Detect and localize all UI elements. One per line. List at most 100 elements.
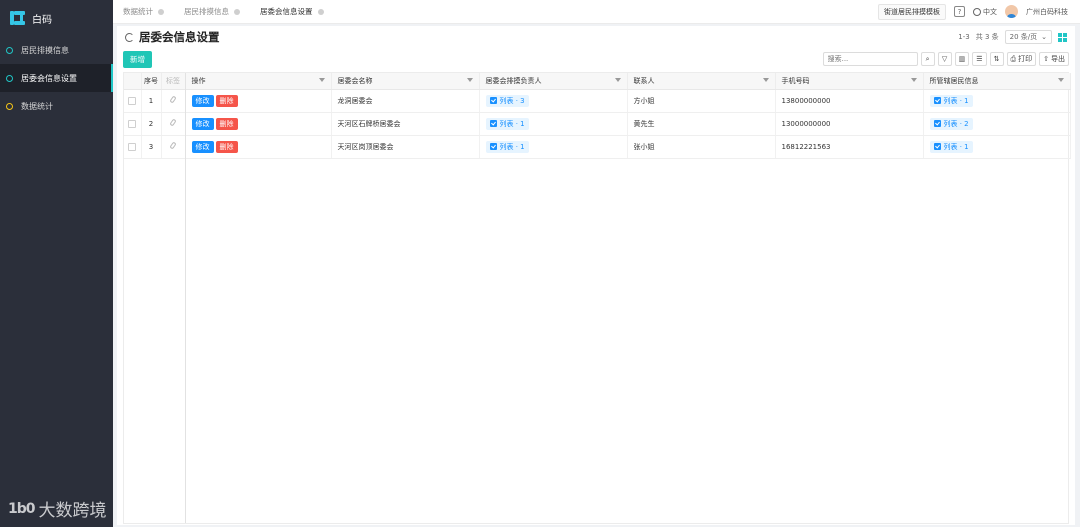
checkbox-icon <box>933 97 941 104</box>
tab-bar: 数据统计 居民排摸信息 居委会信息设置 街道居民排摸模板 ? 中文 广州白码科技 <box>113 0 1080 24</box>
checkbox-icon <box>489 120 497 127</box>
company-name[interactable]: 广州白码科技 <box>1026 7 1068 17</box>
header-actions[interactable]: 操作 <box>185 73 332 90</box>
printer-icon: ⎙ <box>1010 54 1017 63</box>
row-index: 3 <box>141 135 162 159</box>
header-actions: 街道居民排摸模板 ? 中文 广州白码科技 <box>878 3 1080 20</box>
sidebar-nav: 居民排摸信息 居委会信息设置 数据统计 <box>0 36 113 120</box>
table-row[interactable]: 3 修改 删除 天河区岗顶居委会 列表 · 1 张小姐 16812221563 列… <box>124 135 1071 159</box>
help-icon[interactable]: ? <box>954 6 965 17</box>
row-contact: 黄先生 <box>627 112 776 136</box>
sidebar-item-label: 居委会信息设置 <box>21 73 77 83</box>
globe-icon <box>973 7 981 16</box>
header-label: 居委会排摸负责人 <box>485 76 542 85</box>
page-title: 居委会信息设置 <box>139 30 220 44</box>
close-icon[interactable] <box>317 8 324 15</box>
search-field[interactable] <box>822 52 918 66</box>
add-button[interactable]: 新增 <box>123 50 152 68</box>
sidebar-item-label: 居民排摸信息 <box>21 45 69 55</box>
close-icon[interactable] <box>234 8 240 15</box>
export-label: 导出 <box>1051 55 1065 63</box>
header-staff[interactable]: 居委会排摸负责人 <box>479 73 628 90</box>
header-contact[interactable]: 联系人 <box>627 73 776 90</box>
export-button[interactable]: ⇧ 导出 <box>1039 52 1069 66</box>
upload-icon: ⇧ <box>1043 55 1049 63</box>
avatar[interactable] <box>1005 5 1018 18</box>
table-row[interactable]: 1 修改 删除 龙洞居委会 列表 · 3 方小姐 13800000000 列表 ·… <box>124 89 1071 113</box>
staff-list-tag[interactable]: 列表 · 1 <box>485 140 529 153</box>
filter-icon[interactable]: ▽ <box>937 52 952 66</box>
table-row[interactable]: 2 修改 删除 天河区石牌桥居委会 列表 · 1 黄先生 13000000000 … <box>124 112 1071 136</box>
row-name: 龙洞居委会 <box>331 89 480 113</box>
edit-button[interactable]: 修改 <box>191 94 214 107</box>
delete-button[interactable]: 删除 <box>215 117 238 130</box>
caret-down-icon[interactable] <box>762 78 769 82</box>
paperclip-icon[interactable] <box>169 118 177 127</box>
template-button[interactable]: 街道居民排摸模板 <box>878 3 946 20</box>
brand[interactable]: 白码 <box>0 0 113 36</box>
paperclip-icon[interactable] <box>169 95 177 104</box>
row-checkbox[interactable] <box>128 119 136 128</box>
row-staff-cell: 列表 · 1 <box>479 135 628 159</box>
tab-label: 数据统计 <box>123 7 153 16</box>
table-tools: ⌕ ▽ ▥ ☰ ⇅ ⎙ 打印 ⇧ 导出 <box>822 52 1075 66</box>
tab-label: 居委会信息设置 <box>260 7 313 16</box>
title-row: 居委会信息设置 1-3 共 3 条 20 条/页 ⌄ <box>117 26 1075 48</box>
residents-list-tag[interactable]: 列表 · 1 <box>929 94 973 107</box>
language-label: 中文 <box>983 7 997 16</box>
row-checkbox-cell <box>124 135 142 159</box>
sidebar-item-committee-settings[interactable]: 居委会信息设置 <box>0 64 113 92</box>
header-name[interactable]: 居委会名称 <box>331 73 480 90</box>
paperclip-icon[interactable] <box>169 141 177 150</box>
search-icon[interactable]: ⌕ <box>920 52 935 66</box>
columns-icon[interactable]: ☰ <box>972 52 987 66</box>
refresh-icon[interactable] <box>125 32 134 42</box>
caret-down-icon[interactable] <box>614 78 621 82</box>
table-header: 序号 标签 操作 居委会名称 居委会排摸负责人 联系人 手机号码 所管辖居民信息 <box>124 73 1071 90</box>
watermark-logo: 1b0 <box>8 500 35 517</box>
staff-list-tag[interactable]: 列表 · 1 <box>485 117 529 130</box>
checkbox-icon <box>489 143 497 150</box>
residents-list-tag[interactable]: 列表 · 1 <box>929 140 973 153</box>
sort-icon[interactable]: ⇅ <box>989 52 1004 66</box>
tab-committee-settings[interactable]: 居委会信息设置 <box>250 0 334 24</box>
delete-button[interactable]: 删除 <box>215 140 238 153</box>
residents-list-tag[interactable]: 列表 · 2 <box>929 117 973 130</box>
main-content: 居委会信息设置 1-3 共 3 条 20 条/页 ⌄ 新增 ⌕ ▽ ▥ ☰ ⇅ … <box>117 26 1075 525</box>
header-phone[interactable]: 手机号码 <box>775 73 924 90</box>
sidebar-item-statistics[interactable]: 数据统计 <box>0 92 113 120</box>
page-size-select[interactable]: 20 条/页 ⌄ <box>1004 30 1052 44</box>
tab-statistics[interactable]: 数据统计 <box>113 0 174 24</box>
sidebar-item-resident-info[interactable]: 居民排摸信息 <box>0 36 113 64</box>
row-checkbox[interactable] <box>128 96 136 105</box>
search-input[interactable] <box>827 55 917 63</box>
staff-list-tag[interactable]: 列表 · 3 <box>485 94 529 107</box>
brand-logo-icon <box>10 10 26 26</box>
tab-resident-info[interactable]: 居民排摸信息 <box>174 0 250 24</box>
view-toggle-icon[interactable] <box>1058 32 1067 42</box>
total-text: 共 3 条 <box>975 33 999 41</box>
delete-button[interactable]: 删除 <box>215 94 238 107</box>
caret-down-icon[interactable] <box>318 78 325 82</box>
caret-down-icon[interactable] <box>1057 78 1064 82</box>
caret-down-icon[interactable] <box>910 78 917 82</box>
chart-icon[interactable]: ▥ <box>954 52 970 66</box>
header-label: 手机号码 <box>781 76 810 85</box>
language-switch[interactable]: 中文 <box>973 7 997 17</box>
row-checkbox[interactable] <box>128 142 136 151</box>
caret-down-icon[interactable] <box>466 78 473 82</box>
page-size-value: 20 条/页 <box>1009 33 1038 41</box>
list-tag-label: 列表 · 3 <box>499 96 525 105</box>
edit-button[interactable]: 修改 <box>191 140 214 153</box>
sidebar-item-label: 数据统计 <box>21 101 53 111</box>
range-text: 1-3 <box>958 33 970 41</box>
edit-button[interactable]: 修改 <box>191 117 214 130</box>
close-icon[interactable] <box>158 8 164 15</box>
print-button[interactable]: ⎙ 打印 <box>1006 52 1037 66</box>
list-tag-label: 列表 · 1 <box>943 142 969 151</box>
watermark-text: 大数跨境 <box>38 501 107 521</box>
select-all-header <box>124 73 142 90</box>
pagination: 1-3 共 3 条 20 条/页 ⌄ <box>958 30 1075 44</box>
list-tag-label: 列表 · 1 <box>943 96 969 105</box>
header-residents[interactable]: 所管辖居民信息 <box>923 73 1071 90</box>
